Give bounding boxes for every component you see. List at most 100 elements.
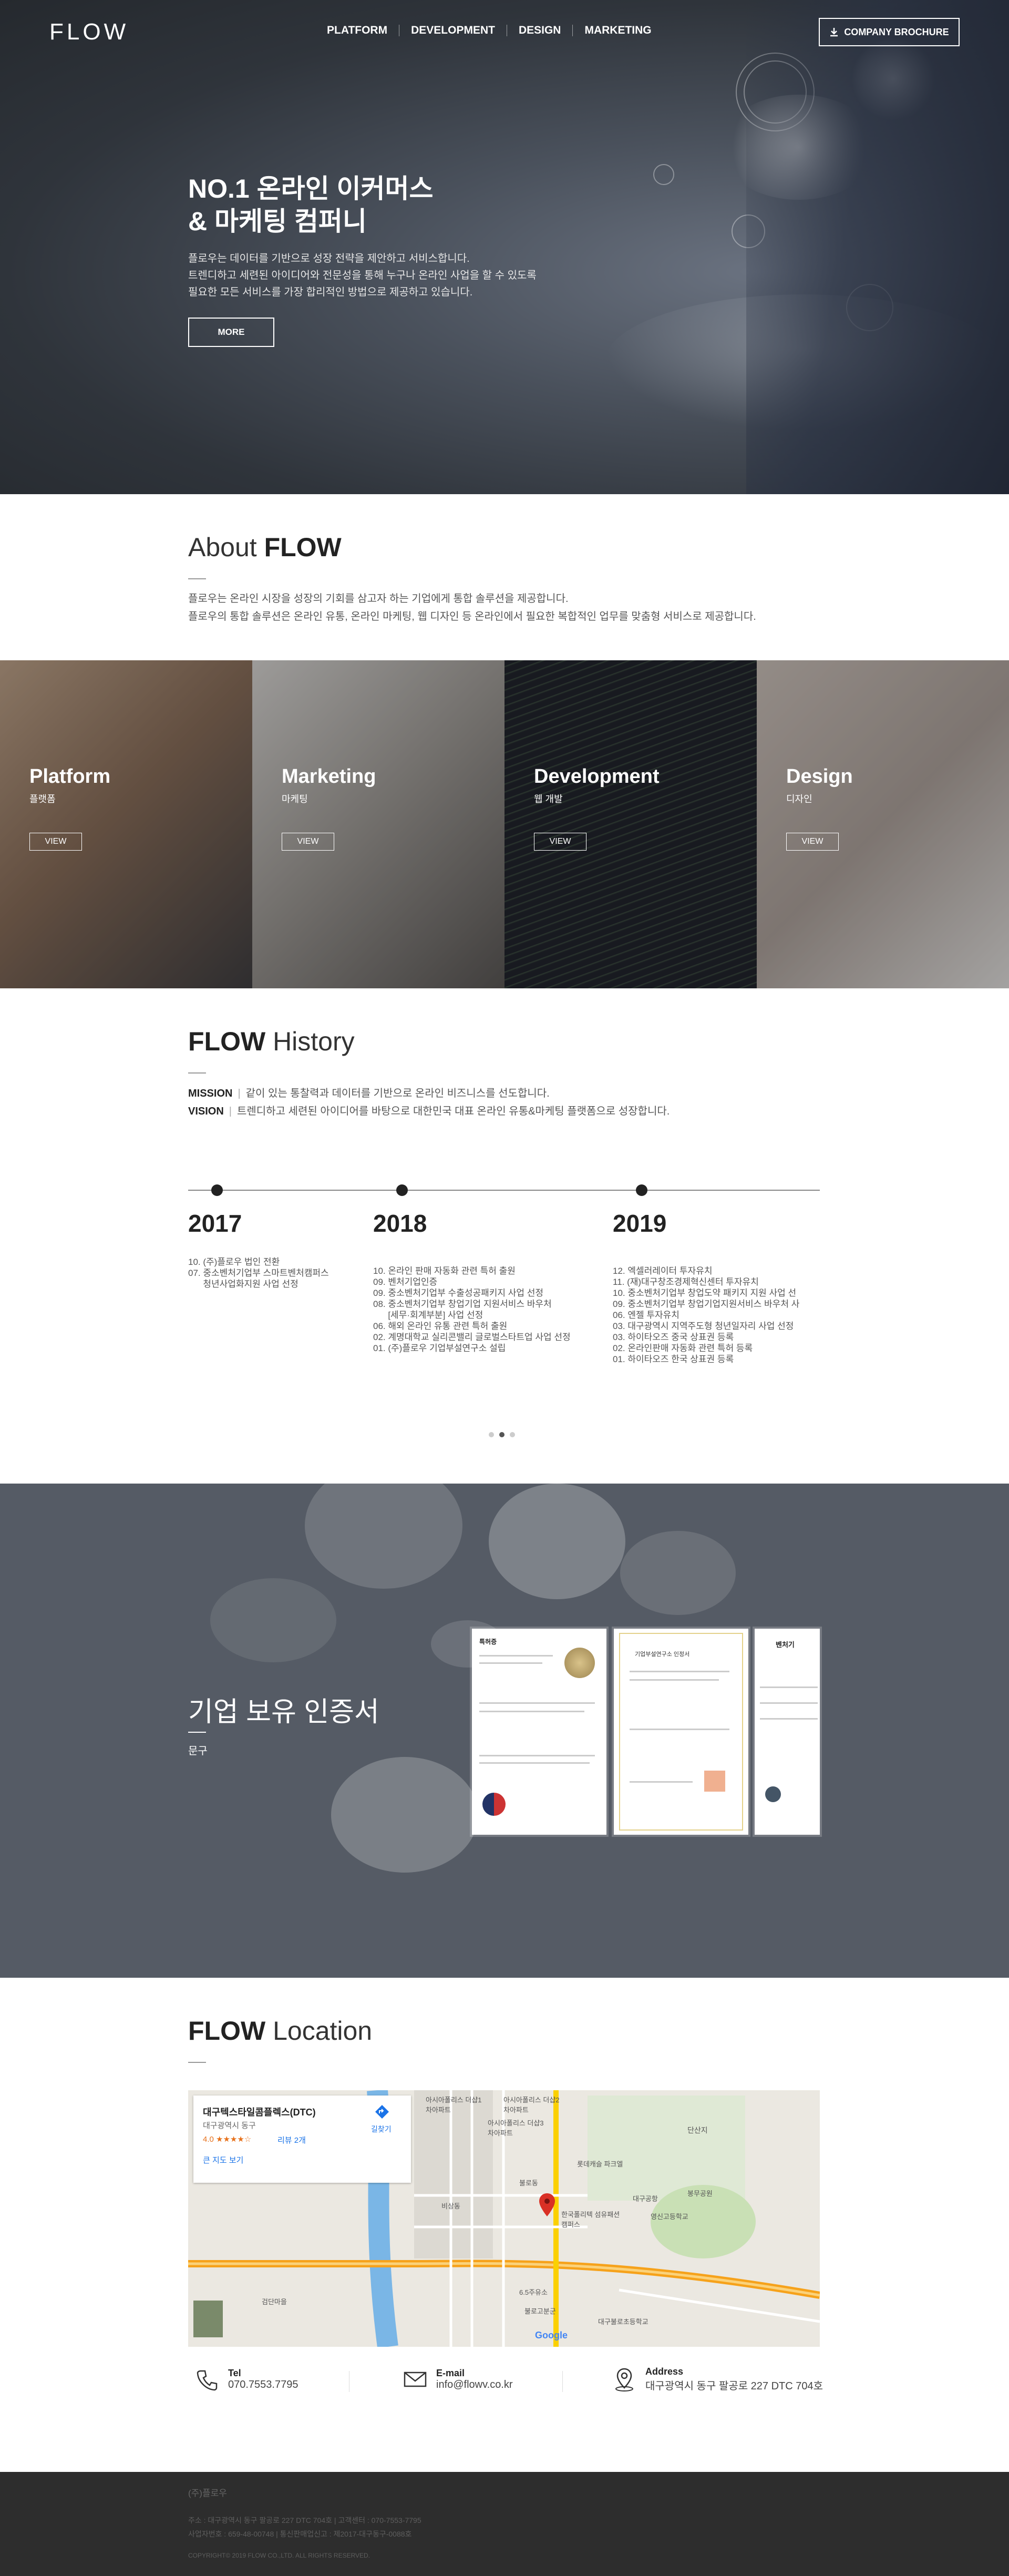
pager-dot[interactable] <box>489 1432 494 1437</box>
doc-line <box>479 1762 590 1764</box>
event-item: 10. 중소벤처기업부 창업도약 패키지 지원 사업 선 <box>613 1288 797 1298</box>
event-item: 02. 온라인판매 자동화 관련 특허 등록 <box>613 1343 753 1353</box>
map-label: 아시아폴리스 더샵3차아파트 <box>488 2119 544 2137</box>
events-2019: 12. 엑셀러레이터 투자유치 11. (재)대구창조경제혁신센터 투자유치 1… <box>613 1265 820 1365</box>
service-sub: 마케팅 <box>282 794 308 804</box>
more-button[interactable]: MORE <box>188 318 274 347</box>
place-rating: 4.0 ★★★★☆ <box>203 2135 252 2144</box>
location-map[interactable]: 대구텍스타일콤플렉스(DTC) 대구광역시 동구 4.0 ★★★★☆ 리뷰 2개… <box>188 2090 820 2347</box>
contact-value[interactable]: info@flowv.co.kr <box>436 2379 513 2391</box>
service-sub: 플랫폼 <box>29 794 56 804</box>
doc-heading: 기업부설연구소 인정서 <box>635 1651 690 1658</box>
mission-label: MISSION <box>188 1088 233 1099</box>
doc-line <box>479 1662 542 1664</box>
service-name: Development <box>534 765 660 788</box>
place-reviews[interactable]: 리뷰 2개 <box>277 2134 306 2145</box>
certificate-venture[interactable]: 벤처기 <box>755 1629 820 1835</box>
directions-label[interactable]: 길찾기 <box>371 2124 392 2134</box>
event-item: 10. (주)플로우 법인 전환 <box>188 1257 280 1267</box>
history-title-bold: FLOW <box>188 1027 266 1056</box>
bg-person <box>305 1484 462 1589</box>
history-title-light: History <box>273 1027 355 1056</box>
service-platform[interactable]: Platform 플랫폼 VIEW <box>0 660 252 988</box>
service-shade <box>504 660 757 988</box>
bg-person <box>489 1484 625 1599</box>
footer-info: 사업자번호 : 659-48-00748 | 통신판매업신고 : 제2017-대… <box>188 2530 412 2538</box>
cert-subtitle: 문구 <box>188 1745 208 1757</box>
view-button[interactable]: VIEW <box>29 833 82 851</box>
pager-dot[interactable] <box>510 1432 515 1437</box>
nav-platform[interactable]: PLATFORM <box>315 25 400 36</box>
event-item: 08. 중소벤처기업부 창업기업 지원서비스 바우처 [세무·회계부분] 사업 … <box>373 1299 552 1320</box>
about-description: 플로우는 온라인 시장을 성장의 기회를 삼고자 하는 기업에게 통합 솔루션을… <box>188 590 871 626</box>
map-label: 한국폴리텍 섬유패션캠퍼스 <box>561 2211 620 2229</box>
hero-description: 플로우는 데이터를 기반으로 성장 전략을 제안하고 서비스합니다. 트렌디하고… <box>188 250 609 301</box>
nav-development[interactable]: DEVELOPMENT <box>399 25 507 36</box>
doc-line <box>479 1755 595 1756</box>
contact-text: Address 대구광역시 동구 팔공로 227 DTC 704호 <box>645 2366 823 2393</box>
doc-line <box>630 1679 719 1681</box>
map-label: 롯데캐슬 파크엘 <box>577 2160 623 2168</box>
location-title-bar <box>188 2062 206 2063</box>
logo[interactable]: FLOW <box>49 19 129 45</box>
place-area: 대구광역시 동구 <box>203 2121 256 2130</box>
nav-design[interactable]: DESIGN <box>507 25 573 36</box>
map-label: 불로동 <box>519 2179 538 2187</box>
timeline-dot <box>636 1184 647 1196</box>
event-item: 01. (주)플로우 기업부설연구소 설립 <box>373 1343 506 1353</box>
year-2017: 2017 <box>188 1210 242 1237</box>
map-pin-icon[interactable] <box>539 2193 555 2216</box>
service-development[interactable]: Development 웹 개발 VIEW <box>504 660 757 988</box>
doc-line <box>479 1655 553 1657</box>
vision-row: VISION | 트렌디하고 세련된 아이디어를 바탕으로 대한민국 대표 온라인 … <box>188 1106 670 1117</box>
vision-text: 트렌디하고 세련된 아이디어를 바탕으로 대한민국 대표 온라인 유통&마케팅 … <box>237 1106 670 1117</box>
site-header: FLOW PLATFORM DEVELOPMENT DESIGN MARKETI… <box>0 0 1009 64</box>
event-item: 02. 계명대학교 실리콘밸리 글로벌스타트업 사업 선정 <box>373 1332 571 1342</box>
hero-section: NO.1 온라인 이커머스 & 마케팅 컴퍼니 플로우는 데이터를 기반으로 성… <box>0 0 1009 494</box>
bg-person <box>210 1578 336 1662</box>
certificate-research[interactable]: 기업부설연구소 인정서 <box>614 1629 748 1835</box>
doc-line <box>630 1729 729 1730</box>
view-button[interactable]: VIEW <box>282 833 334 851</box>
pager-dot-active[interactable] <box>499 1432 504 1437</box>
map-label: 6.5주유소 <box>519 2288 548 2296</box>
event-item: 12. 엑셀러레이터 투자유치 <box>613 1266 713 1276</box>
hero-desc-line: 플로우는 데이터를 기반으로 성장 전략을 제안하고 서비스합니다. <box>188 253 470 264</box>
map-label: 검단마을 <box>262 2298 287 2306</box>
seal-icon <box>564 1648 595 1678</box>
map-label: 봉무공원 <box>687 2190 713 2197</box>
service-shade <box>0 660 252 988</box>
timeline-dot <box>211 1184 223 1196</box>
map-label: 아시아폴리스 더샵2차아파트 <box>503 2096 560 2114</box>
bg-person <box>331 1757 478 1873</box>
contact-value[interactable]: 070.7553.7795 <box>228 2379 298 2391</box>
company-brochure-button[interactable]: COMPANY BROCHURE <box>819 18 960 46</box>
doc-line <box>760 1702 818 1704</box>
event-item: 06. 해외 온라인 유통 관련 특허 출원 <box>373 1321 508 1331</box>
footer-copyright: COPYRIGHT© 2019 FLOW CO.,LTD. ALL RIGHTS… <box>188 2552 370 2559</box>
mission-vision: MISSION | 같이 있는 통찰력과 데이터를 기반으로 온라인 비즈니스를 선… <box>188 1085 670 1120</box>
main-nav: PLATFORM DEVELOPMENT DESIGN MARKETING <box>315 25 663 36</box>
bigger-map-link[interactable]: 큰 지도 보기 <box>203 2154 243 2165</box>
stamp-icon <box>704 1771 725 1792</box>
place-card: 대구텍스타일콤플렉스(DTC) 대구광역시 동구 4.0 ★★★★☆ 리뷰 2개… <box>193 2095 411 2183</box>
event-item: 11. (재)대구창조경제혁신센터 투자유치 <box>613 1277 759 1287</box>
contact-tel: Tel 070.7553.7795 <box>193 2366 298 2393</box>
map-label: 대구불로초등학교 <box>598 2318 648 2326</box>
doc-line <box>760 1718 818 1720</box>
contact-label: Tel <box>228 2368 241 2378</box>
doc-line <box>760 1686 818 1688</box>
directions-icon[interactable] <box>374 2104 390 2120</box>
certificate-patent[interactable]: 특허증 <box>472 1629 606 1835</box>
view-button[interactable]: VIEW <box>786 833 839 851</box>
mail-icon <box>404 2371 427 2387</box>
view-button[interactable]: VIEW <box>534 833 586 851</box>
footer-info: 주소 : 대구광역시 동구 팔공로 227 DTC 704호 | 고객센터 : … <box>188 2516 421 2524</box>
nav-marketing[interactable]: MARKETING <box>573 25 663 36</box>
footer-company: (주)플로우 <box>188 2488 227 2498</box>
service-design[interactable]: Design 디자인 VIEW <box>757 660 1009 988</box>
hero-desc-line: 필요한 모든 서비스를 가장 합리적인 방법으로 제공하고 있습니다. <box>188 287 473 298</box>
service-marketing[interactable]: Marketing 마케팅 VIEW <box>252 660 504 988</box>
about-desc-line: 플로우는 온라인 시장을 성장의 기회를 삼고자 하는 기업에게 통합 솔루션을… <box>188 593 569 605</box>
doc-heading: 특허증 <box>479 1638 497 1645</box>
